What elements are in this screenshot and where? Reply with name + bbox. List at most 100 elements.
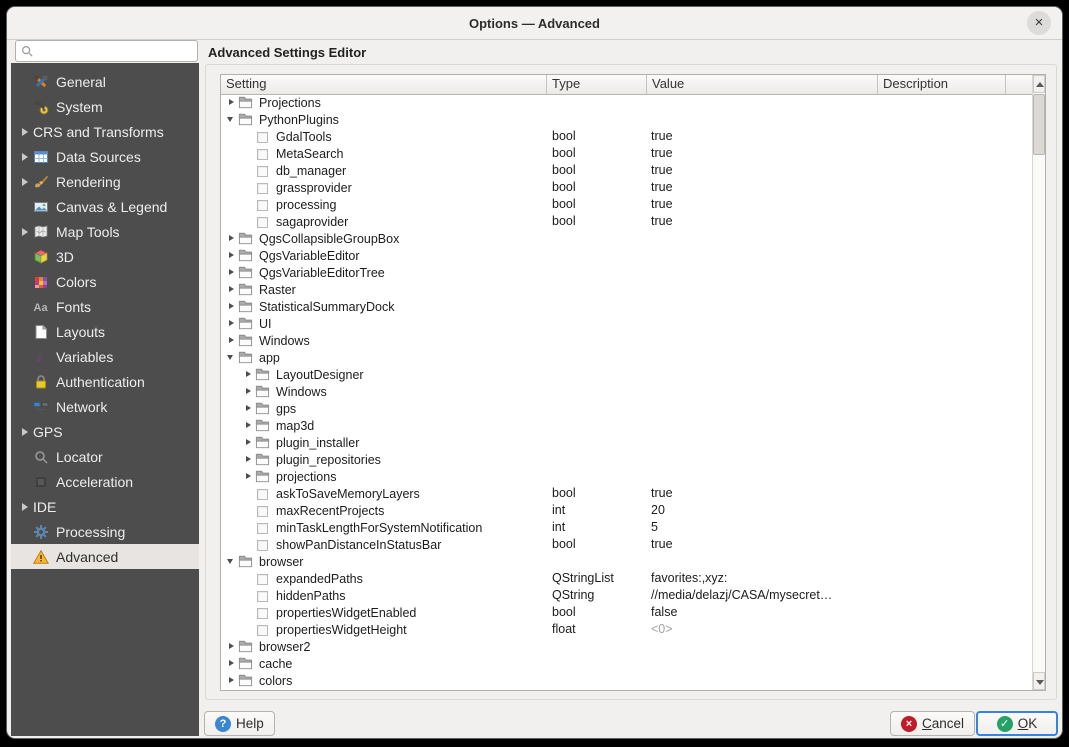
tree-row[interactable]: QgsVariableEditorTree — [221, 264, 1032, 281]
setting-value[interactable]: true — [651, 162, 877, 179]
sidebar-item-advanced[interactable]: Advanced — [11, 544, 199, 569]
sidebar-item-gps[interactable]: GPS — [11, 419, 199, 444]
setting-value[interactable]: <0> — [651, 621, 877, 638]
tree-row[interactable]: db_managerbooltrue — [221, 162, 1032, 179]
collapsed-arrow-icon[interactable] — [242, 451, 255, 468]
tree-row[interactable]: Raster — [221, 281, 1032, 298]
sidebar-item-crs-and-transforms[interactable]: CRS and Transforms — [11, 119, 199, 144]
tree-row[interactable]: map3d — [221, 417, 1032, 434]
help-button[interactable]: ? Help — [204, 711, 275, 736]
sidebar-item-layouts[interactable]: Layouts — [11, 319, 199, 344]
column-header-type[interactable]: Type — [547, 75, 647, 94]
ok-button[interactable]: ✓ OK — [976, 711, 1058, 736]
checkbox-icon[interactable] — [255, 605, 270, 620]
setting-value[interactable]: true — [651, 536, 877, 553]
sidebar-item-rendering[interactable]: Rendering — [11, 169, 199, 194]
vertical-scrollbar[interactable] — [1032, 75, 1045, 690]
tree-row[interactable]: browser — [221, 553, 1032, 570]
sidebar-item-processing[interactable]: Processing — [11, 519, 199, 544]
sidebar-item-general[interactable]: General — [11, 69, 199, 94]
tree-row[interactable]: QgsCollapsibleGroupBox — [221, 230, 1032, 247]
checkbox-icon[interactable] — [255, 537, 270, 552]
collapsed-arrow-icon[interactable] — [225, 655, 238, 672]
tree-row[interactable]: GdalToolsbooltrue — [221, 128, 1032, 145]
collapsed-arrow-icon[interactable] — [225, 94, 238, 111]
tree-row[interactable]: gps — [221, 400, 1032, 417]
sidebar-item-3d[interactable]: 3D — [11, 244, 199, 269]
cancel-button[interactable]: × Cancel — [890, 711, 975, 736]
tree-row[interactable]: projections — [221, 468, 1032, 485]
sidebar-item-fonts[interactable]: AaFonts — [11, 294, 199, 319]
expand-arrow-icon[interactable] — [19, 119, 33, 144]
column-header-description[interactable]: Description — [878, 75, 1006, 94]
tree-row[interactable]: Windows — [221, 332, 1032, 349]
setting-value[interactable]: false — [651, 604, 877, 621]
collapsed-arrow-icon[interactable] — [225, 247, 238, 264]
tree-row[interactable]: grassproviderbooltrue — [221, 179, 1032, 196]
checkbox-icon[interactable] — [255, 588, 270, 603]
sidebar-item-colors[interactable]: Colors — [11, 269, 199, 294]
collapsed-arrow-icon[interactable] — [225, 281, 238, 298]
collapsed-arrow-icon[interactable] — [225, 315, 238, 332]
collapsed-arrow-icon[interactable] — [242, 383, 255, 400]
column-header-setting[interactable]: Setting — [221, 75, 547, 94]
setting-value[interactable]: favorites:,xyz: — [651, 570, 877, 587]
title-bar[interactable]: Options — Advanced × — [7, 7, 1062, 40]
collapsed-arrow-icon[interactable] — [242, 400, 255, 417]
setting-value[interactable]: true — [651, 128, 877, 145]
checkbox-icon[interactable] — [255, 520, 270, 535]
tree-row[interactable]: app — [221, 349, 1032, 366]
collapsed-arrow-icon[interactable] — [242, 366, 255, 383]
setting-value[interactable]: true — [651, 179, 877, 196]
collapsed-arrow-icon[interactable] — [225, 298, 238, 315]
checkbox-icon[interactable] — [255, 197, 270, 212]
sidebar-item-system[interactable]: System — [11, 94, 199, 119]
sidebar-item-data-sources[interactable]: Data Sources — [11, 144, 199, 169]
setting-value[interactable]: true — [651, 485, 877, 502]
search-input[interactable] — [15, 40, 198, 62]
tree-row[interactable]: QgsVariableEditor — [221, 247, 1032, 264]
setting-value[interactable]: 5 — [651, 519, 877, 536]
setting-value[interactable]: 20 — [651, 502, 877, 519]
checkbox-icon[interactable] — [255, 163, 270, 178]
tree-row[interactable]: processingbooltrue — [221, 196, 1032, 213]
tree-row[interactable]: colors — [221, 672, 1032, 689]
expand-arrow-icon[interactable] — [19, 219, 33, 244]
sidebar-item-network[interactable]: Network — [11, 394, 199, 419]
collapsed-arrow-icon[interactable] — [242, 434, 255, 451]
tree-row[interactable]: browser2 — [221, 638, 1032, 655]
checkbox-icon[interactable] — [255, 214, 270, 229]
tree-row[interactable]: UI — [221, 315, 1032, 332]
collapsed-arrow-icon[interactable] — [225, 332, 238, 349]
tree-row[interactable]: minTaskLengthForSystemNotificationint5 — [221, 519, 1032, 536]
tree-row[interactable]: sagaproviderbooltrue — [221, 213, 1032, 230]
tree-row[interactable]: propertiesWidgetHeightfloat<0> — [221, 621, 1032, 638]
setting-value[interactable]: true — [651, 196, 877, 213]
expand-arrow-icon[interactable] — [19, 144, 33, 169]
collapsed-arrow-icon[interactable] — [225, 672, 238, 689]
setting-value[interactable]: true — [651, 145, 877, 162]
checkbox-icon[interactable] — [255, 503, 270, 518]
sidebar-item-canvas-legend[interactable]: Canvas & Legend — [11, 194, 199, 219]
checkbox-icon[interactable] — [255, 486, 270, 501]
checkbox-icon[interactable] — [255, 180, 270, 195]
tree-row[interactable]: StatisticalSummaryDock — [221, 298, 1032, 315]
sidebar-item-locator[interactable]: Locator — [11, 444, 199, 469]
sidebar-item-authentication[interactable]: Authentication — [11, 369, 199, 394]
checkbox-icon[interactable] — [255, 146, 270, 161]
sidebar-item-map-tools[interactable]: Map Tools — [11, 219, 199, 244]
expand-arrow-icon[interactable] — [19, 494, 33, 519]
tree-row[interactable]: cache — [221, 655, 1032, 672]
setting-value[interactable]: //media/delazj/CASA/mysecret… — [651, 587, 877, 604]
expand-arrow-icon[interactable] — [19, 169, 33, 194]
tree-row[interactable]: maxRecentProjectsint20 — [221, 502, 1032, 519]
tree-row[interactable]: plugin_installer — [221, 434, 1032, 451]
scroll-down-icon[interactable] — [1033, 672, 1045, 690]
checkbox-icon[interactable] — [255, 571, 270, 586]
collapsed-arrow-icon[interactable] — [225, 230, 238, 247]
tree-row[interactable]: Windows — [221, 383, 1032, 400]
sidebar-item-ide[interactable]: IDE — [11, 494, 199, 519]
collapsed-arrow-icon[interactable] — [242, 417, 255, 434]
tree-row[interactable]: plugin_repositories — [221, 451, 1032, 468]
collapsed-arrow-icon[interactable] — [225, 264, 238, 281]
